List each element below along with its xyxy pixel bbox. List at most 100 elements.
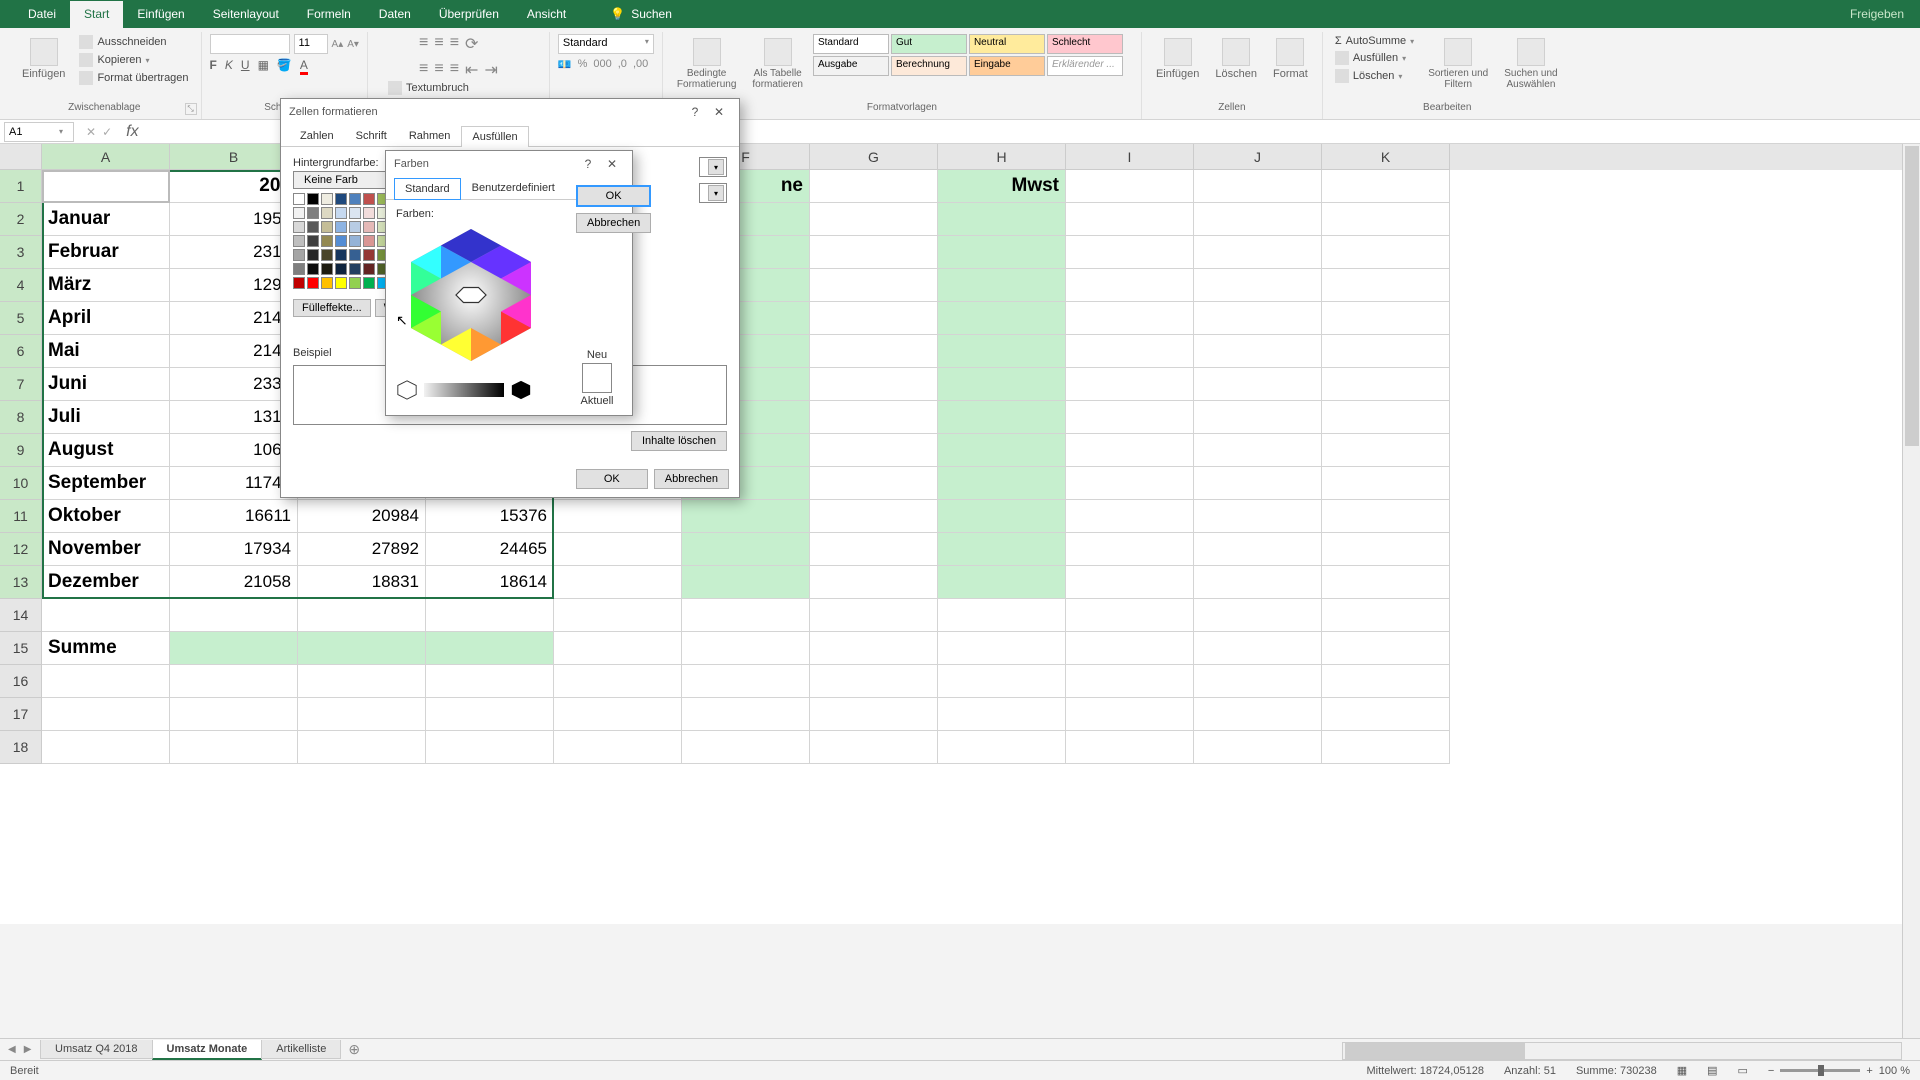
- cell[interactable]: [810, 401, 938, 434]
- style-schlecht[interactable]: Schlecht: [1047, 34, 1123, 54]
- color-hexagon[interactable]: [396, 220, 546, 370]
- cell[interactable]: [682, 731, 810, 764]
- cell[interactable]: [426, 731, 554, 764]
- add-sheet-button[interactable]: ⊕: [340, 1039, 368, 1060]
- cell[interactable]: [1322, 467, 1450, 500]
- cell[interactable]: [170, 599, 298, 632]
- cell[interactable]: 2146: [170, 335, 298, 368]
- currency-icon[interactable]: 💶: [558, 58, 572, 71]
- palette-swatch[interactable]: [293, 221, 305, 233]
- cell[interactable]: 11745: [170, 467, 298, 500]
- dialog-help-button[interactable]: ?: [683, 102, 707, 122]
- horizontal-scrollbar[interactable]: [1342, 1042, 1902, 1060]
- cell[interactable]: [170, 632, 298, 665]
- cell[interactable]: 2312: [170, 236, 298, 269]
- palette-swatch[interactable]: [335, 235, 347, 247]
- cell[interactable]: [1194, 368, 1322, 401]
- wrap-text-button[interactable]: Textumbruch: [384, 80, 541, 96]
- palette-swatch[interactable]: [293, 193, 305, 205]
- percent-icon[interactable]: %: [578, 58, 588, 71]
- palette-swatch[interactable]: [321, 235, 333, 247]
- cell[interactable]: [810, 632, 938, 665]
- cell[interactable]: [170, 731, 298, 764]
- style-ausgabe[interactable]: Ausgabe: [813, 56, 889, 76]
- conditional-format-button[interactable]: Bedingte Formatierung: [671, 34, 742, 94]
- cell[interactable]: Januar: [42, 203, 170, 236]
- font-color-button[interactable]: A: [300, 58, 308, 72]
- cell[interactable]: [554, 698, 682, 731]
- col-header-B[interactable]: B: [170, 144, 298, 170]
- row-header-8[interactable]: 8: [0, 401, 42, 434]
- fill-button[interactable]: Ausfüllen▾: [1331, 50, 1418, 66]
- align-left-icon[interactable]: ≡: [419, 60, 428, 80]
- row-header-1[interactable]: 1: [0, 170, 42, 203]
- cell[interactable]: [810, 533, 938, 566]
- cell[interactable]: [938, 434, 1066, 467]
- cell[interactable]: [298, 599, 426, 632]
- style-eingabe[interactable]: Eingabe: [969, 56, 1045, 76]
- palette-swatch[interactable]: [307, 207, 319, 219]
- cell[interactable]: [810, 203, 938, 236]
- row-header-10[interactable]: 10: [0, 467, 42, 500]
- cell[interactable]: [1066, 203, 1194, 236]
- clear-contents-button[interactable]: Inhalte löschen: [631, 431, 727, 451]
- cell[interactable]: [1194, 236, 1322, 269]
- cell[interactable]: Oktober: [42, 500, 170, 533]
- cell[interactable]: 2333: [170, 368, 298, 401]
- cell[interactable]: [42, 599, 170, 632]
- cell[interactable]: [1194, 698, 1322, 731]
- cell[interactable]: August: [42, 434, 170, 467]
- cell[interactable]: Mwst: [938, 170, 1066, 203]
- colors-tab-custom[interactable]: Benutzerdefiniert: [461, 177, 566, 199]
- cut-button[interactable]: Ausschneiden: [75, 34, 192, 50]
- colors-close-button[interactable]: ✕: [600, 154, 624, 174]
- cell[interactable]: [1194, 599, 1322, 632]
- cell[interactable]: September: [42, 467, 170, 500]
- cell[interactable]: [1066, 434, 1194, 467]
- align-bottom-icon[interactable]: ≡: [450, 34, 459, 54]
- cell[interactable]: [554, 665, 682, 698]
- cell[interactable]: [426, 632, 554, 665]
- cell[interactable]: [938, 302, 1066, 335]
- cell[interactable]: [810, 434, 938, 467]
- view-pagebreak-icon[interactable]: ▭: [1738, 1064, 1748, 1077]
- row-header-18[interactable]: 18: [0, 731, 42, 764]
- cell[interactable]: Dezember: [42, 566, 170, 599]
- cell[interactable]: 1293: [170, 269, 298, 302]
- cell[interactable]: Mai: [42, 335, 170, 368]
- number-format-combo[interactable]: Standard▾: [558, 34, 654, 54]
- palette-swatch[interactable]: [307, 249, 319, 261]
- palette-swatch[interactable]: [293, 263, 305, 275]
- cell[interactable]: [938, 533, 1066, 566]
- cell[interactable]: [1322, 434, 1450, 467]
- delete-cells-button[interactable]: Löschen: [1209, 34, 1263, 84]
- cell[interactable]: Juli: [42, 401, 170, 434]
- row-header-13[interactable]: 13: [0, 566, 42, 599]
- pattern-style-dropdown[interactable]: ▾: [699, 183, 727, 203]
- style-gut[interactable]: Gut: [891, 34, 967, 54]
- cell[interactable]: [298, 731, 426, 764]
- cell[interactable]: 17934: [170, 533, 298, 566]
- row-header-2[interactable]: 2: [0, 203, 42, 236]
- col-header-J[interactable]: J: [1194, 144, 1322, 170]
- palette-swatch[interactable]: [335, 249, 347, 261]
- palette-swatch[interactable]: [335, 193, 347, 205]
- cell[interactable]: [1322, 368, 1450, 401]
- palette-swatch[interactable]: [349, 277, 361, 289]
- pattern-color-dropdown[interactable]: ▾: [699, 157, 727, 177]
- cell[interactable]: April: [42, 302, 170, 335]
- palette-swatch[interactable]: [307, 235, 319, 247]
- cell[interactable]: [1194, 269, 1322, 302]
- menu-file[interactable]: Datei: [14, 1, 70, 28]
- cell[interactable]: Februar: [42, 236, 170, 269]
- cell[interactable]: Summe: [42, 632, 170, 665]
- menu-tab-einfuegen[interactable]: Einfügen: [123, 1, 198, 28]
- cell[interactable]: [1066, 302, 1194, 335]
- cell[interactable]: [682, 533, 810, 566]
- row-header-6[interactable]: 6: [0, 335, 42, 368]
- cell[interactable]: [938, 632, 1066, 665]
- cancel-formula-icon[interactable]: ✕: [86, 125, 96, 139]
- format-as-table-button[interactable]: Als Tabelle formatieren: [746, 34, 809, 94]
- row-header-4[interactable]: 4: [0, 269, 42, 302]
- cell[interactable]: 27892: [298, 533, 426, 566]
